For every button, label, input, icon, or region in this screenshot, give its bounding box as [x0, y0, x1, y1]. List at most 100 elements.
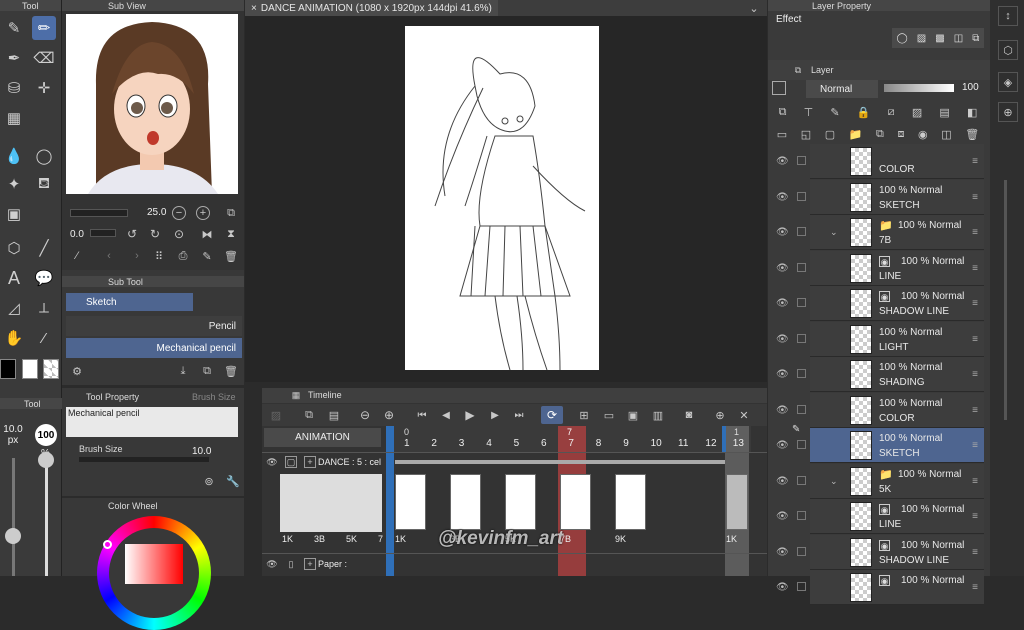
move-tool-icon[interactable]: ✛: [32, 76, 56, 100]
timeline-settings-icon[interactable]: ⧉: [301, 407, 317, 423]
cel-frame-far-right[interactable]: [726, 474, 748, 530]
layer-menu-icon[interactable]: ≡: [972, 440, 978, 451]
frame-number[interactable]: 12: [705, 438, 716, 449]
layer-row[interactable]: 👁 ◉ 100 % Normal LINE ≡: [776, 499, 984, 534]
mask-enable-icon[interactable]: ▨: [912, 106, 922, 119]
layer-row[interactable]: 👁 ⌄ 📁 100 % Normal 7B ≡: [776, 215, 984, 250]
edit-icon[interactable]: ✎: [200, 249, 214, 263]
new-folder-icon[interactable]: 📁: [849, 128, 863, 141]
transparent-color-swatch[interactable]: [43, 359, 59, 379]
sub-tool-group-sketch[interactable]: Sketch: [66, 293, 193, 311]
hand-tool-icon[interactable]: ✋: [2, 326, 26, 350]
grid-view-icon[interactable]: ⠿: [152, 249, 166, 263]
brush-size-property-slider[interactable]: [79, 457, 209, 462]
frame-number[interactable]: 11: [678, 438, 688, 449]
cel-frame[interactable]: [505, 474, 536, 530]
effect-buttons[interactable]: ◯ ▨ ▩ ◫ ⧉: [892, 28, 984, 48]
first-frame-icon[interactable]: ⏮: [414, 407, 430, 423]
reset-rotation-icon[interactable]: ⊙: [172, 227, 186, 241]
apply-mask-icon[interactable]: ◫: [941, 128, 951, 141]
frame-number[interactable]: 3: [459, 438, 465, 449]
layer-row[interactable]: 👁 ⌄ 📁 100 % Normal 5K ≡: [776, 463, 984, 499]
frame-number[interactable]: 4: [486, 438, 492, 449]
blend-tool-icon[interactable]: 💧: [2, 144, 26, 168]
layer-select-checkbox[interactable]: [797, 511, 806, 520]
new-layer-folder-icon[interactable]: ▢: [825, 128, 835, 141]
delete-layer-icon[interactable]: 🗑: [965, 128, 979, 141]
extract-line-icon[interactable]: ⧉: [972, 33, 979, 44]
layer-select-checkbox[interactable]: [797, 227, 806, 236]
layer-row[interactable]: 👁 COLOR ≡: [776, 144, 984, 179]
brush-size-slider-track[interactable]: [12, 458, 15, 576]
eyedropper-icon[interactable]: ⁄: [70, 249, 84, 263]
rotation-slider[interactable]: [90, 229, 116, 237]
layer-visibility-eye-icon[interactable]: 👁: [776, 440, 789, 451]
next-frame-icon[interactable]: ▶: [487, 407, 503, 423]
layer-menu-icon[interactable]: ≡: [972, 192, 978, 203]
layer-row[interactable]: 👁 100 % Normal SHADING ≡: [776, 357, 984, 392]
new-animation-cel-icon[interactable]: ⊞: [576, 407, 592, 423]
figure-tool-icon[interactable]: ⬡: [2, 236, 26, 260]
frame-number[interactable]: 1: [404, 438, 410, 449]
layer-row[interactable]: 👁 ◉ 100 % Normal SHADOW LINE ≡: [776, 534, 984, 570]
main-color-swatch[interactable]: [0, 359, 16, 379]
layer-menu-icon[interactable]: ≡: [972, 369, 978, 380]
transform-tool-icon[interactable]: ▦: [2, 106, 26, 130]
color-wheel-title[interactable]: Color Wheel: [108, 501, 158, 511]
pen-tool-icon[interactable]: ✎: [2, 16, 26, 40]
eraser-tool-icon[interactable]: ⌫: [32, 46, 56, 70]
cel-frame[interactable]: [450, 474, 481, 530]
import-image-icon[interactable]: ⎙: [176, 249, 190, 263]
marker-tool-icon[interactable]: ✒: [2, 46, 26, 70]
ruler-tool-icon[interactable]: ⟂: [32, 296, 56, 320]
timeline-close-icon[interactable]: ✕: [736, 407, 752, 423]
timeline-tab-icon[interactable]: ▦: [290, 389, 302, 401]
line-tool-icon[interactable]: ╱: [32, 236, 56, 260]
combine-layer-icon[interactable]: ⧈: [897, 128, 904, 141]
onion-skin-icon[interactable]: ▣: [625, 407, 641, 423]
cel-frame[interactable]: [560, 474, 591, 530]
layer-menu-icon[interactable]: ≡: [972, 582, 978, 593]
paper-visibility-eye-icon[interactable]: 👁: [266, 558, 278, 570]
layer-row[interactable]: 👁 ◉ 100 % Normal ≡: [776, 570, 984, 605]
frame-border-icon[interactable]: ◿: [2, 296, 26, 320]
layer-menu-icon[interactable]: ≡: [972, 511, 978, 522]
sub-color-swatch[interactable]: [22, 359, 38, 379]
layer-scrollbar[interactable]: [1004, 180, 1007, 420]
layer-visibility-eye-icon[interactable]: 👁: [776, 334, 789, 345]
camera-icon[interactable]: ◙: [681, 407, 697, 423]
lock-layer-icon[interactable]: 🔒: [857, 106, 871, 119]
layer-select-checkbox[interactable]: [797, 262, 806, 272]
reference-layer-icon[interactable]: ⊤: [804, 106, 814, 119]
layer-visibility-eye-icon[interactable]: 👁: [776, 547, 789, 558]
loop-icon[interactable]: ⟳: [541, 406, 563, 424]
side-panel-icon-2[interactable]: ⬡: [998, 40, 1018, 60]
layer-row[interactable]: 👁 ◉ 100 % Normal LINE ≡: [776, 250, 984, 286]
transfer-layer-icon[interactable]: ⧉: [876, 128, 884, 141]
delete-icon[interactable]: 🗑: [224, 249, 238, 263]
layer-visibility-eye-icon[interactable]: 👁: [776, 369, 789, 380]
layer-menu-icon[interactable]: ≡: [972, 405, 978, 416]
expand-track-icon[interactable]: +: [304, 456, 316, 468]
layer-row[interactable]: 👁 100 % Normal COLOR ≡: [776, 392, 984, 428]
layer-row[interactable]: 👁 ◉ 100 % Normal SHADOW LINE ≡: [776, 286, 984, 321]
timeline-zoom-in-icon[interactable]: ⊕: [381, 407, 397, 423]
tool-property-settings-icon[interactable]: ⊚: [202, 474, 216, 488]
layer-visibility-eye-icon[interactable]: 👁: [776, 582, 789, 593]
layer-select-checkbox[interactable]: [797, 298, 806, 307]
play-icon[interactable]: ▶: [462, 407, 478, 423]
tool-property-title[interactable]: Tool Property: [86, 392, 139, 402]
pencil-tool-icon[interactable]: ✏: [32, 16, 56, 40]
next-arrow-icon[interactable]: ›: [130, 249, 144, 263]
cel-frame[interactable]: [395, 474, 426, 530]
layer-select-checkbox[interactable]: [797, 582, 806, 591]
layer-visibility-eye-icon[interactable]: 👁: [776, 298, 789, 309]
sub-tool-duplicate-icon[interactable]: ⧉: [200, 364, 214, 378]
new-raster-layer-icon[interactable]: ▭: [777, 128, 787, 141]
zoom-in-icon[interactable]: +: [196, 206, 210, 220]
magic-wand-icon[interactable]: ✦: [2, 172, 26, 196]
previous-frame-icon[interactable]: ◀: [438, 407, 454, 423]
layer-visibility-eye-icon[interactable]: 👁: [776, 227, 789, 238]
sub-tool-settings-icon[interactable]: ⚙: [70, 364, 84, 378]
text-tool-icon[interactable]: A: [2, 266, 26, 290]
